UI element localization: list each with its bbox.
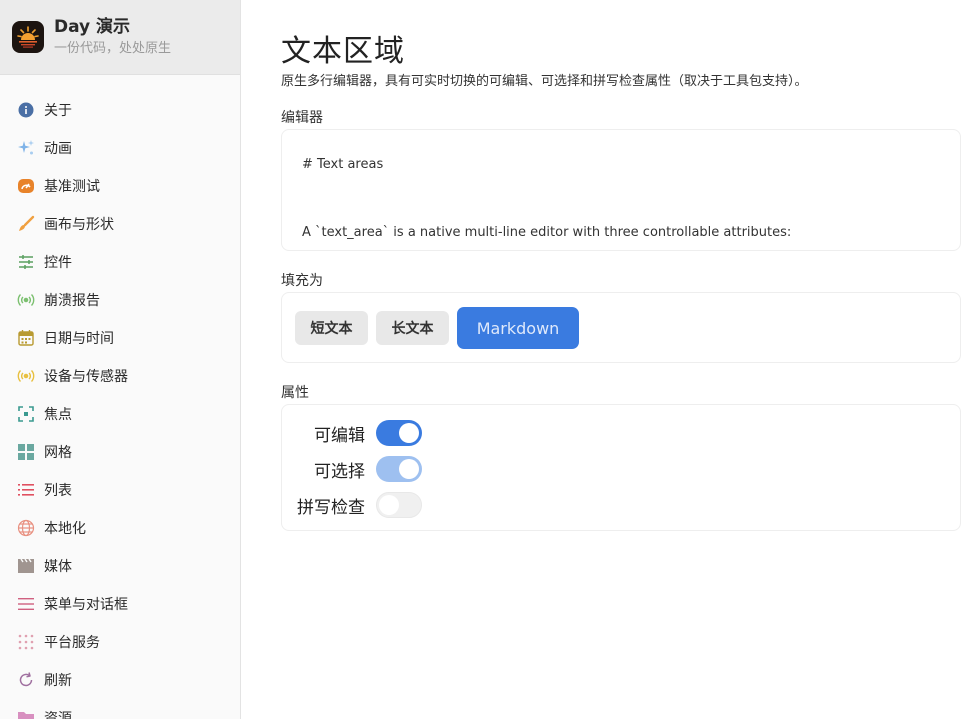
- fill-markdown-button[interactable]: Markdown: [457, 307, 579, 349]
- prop-row-selectable: 可选择: [282, 455, 961, 483]
- editable-toggle[interactable]: [376, 420, 422, 446]
- sidebar-item-label: 焦点: [44, 407, 72, 423]
- info-icon: [17, 101, 35, 119]
- sidebar-item-label: 画布与形状: [44, 217, 114, 233]
- sidebar-item-animation[interactable]: 动画: [0, 129, 240, 167]
- sidebar-item-refresh[interactable]: 刷新: [0, 661, 240, 699]
- spellcheck-label: 拼写检查: [297, 497, 365, 518]
- properties-section-label: 属性: [281, 385, 309, 401]
- app-header: Day 演示 一份代码，处处原生: [0, 0, 240, 75]
- film-icon: [17, 557, 35, 575]
- sidebar-item-platform-services[interactable]: 平台服务: [0, 623, 240, 661]
- sidebar-item-label: 媒体: [44, 559, 72, 575]
- sidebar-item-label: 动画: [44, 141, 72, 157]
- sidebar-nav: 关于 动画 基准测试 画布与形状 控件 崩溃报告 日期与时间 设备与传感器 焦点…: [0, 75, 240, 719]
- sidebar-item-grid[interactable]: 网格: [0, 433, 240, 471]
- sidebar-item-label: 菜单与对话框: [44, 597, 128, 613]
- app-subtitle: 一份代码，处处原生: [54, 41, 172, 56]
- refresh-icon: [17, 671, 35, 689]
- focus-icon: [17, 405, 35, 423]
- fill-short-text-button[interactable]: 短文本: [295, 311, 368, 345]
- app-title: Day 演示: [54, 17, 131, 37]
- sensor-icon: [17, 367, 35, 385]
- sidebar-item-media[interactable]: 媒体: [0, 547, 240, 585]
- sidebar-item-benchmark[interactable]: 基准测试: [0, 167, 240, 205]
- sidebar-item-date-time[interactable]: 日期与时间: [0, 319, 240, 357]
- paintbrush-icon: [17, 215, 35, 233]
- gauge-icon: [17, 177, 35, 195]
- sidebar-item-label: 关于: [44, 103, 72, 119]
- fill-section-label: 填充为: [281, 273, 323, 289]
- calendar-icon: [17, 329, 35, 347]
- folder-icon: [17, 709, 35, 719]
- sidebar-item-label: 本地化: [44, 521, 86, 537]
- text-area-editor[interactable]: # Text areas A `text_area` is a native m…: [281, 129, 961, 251]
- toggle-knob: [399, 423, 419, 443]
- editable-label: 可编辑: [314, 425, 365, 446]
- sidebar-item-canvas[interactable]: 画布与形状: [0, 205, 240, 243]
- sidebar-item-crash-report[interactable]: 崩溃报告: [0, 281, 240, 319]
- sidebar-item-label: 网格: [44, 445, 72, 461]
- sidebar-item-controls[interactable]: 控件: [0, 243, 240, 281]
- broadcast-icon: [17, 291, 35, 309]
- sidebar-item-label: 设备与传感器: [44, 369, 128, 385]
- main-content: 文本区域 原生多行编辑器，具有可实时切换的可编辑、可选择和拼写检查属性（取决于工…: [281, 0, 961, 719]
- sidebar-item-label: 基准测试: [44, 179, 100, 195]
- sidebar-item-label: 日期与时间: [44, 331, 114, 347]
- sidebar-item-label: 列表: [44, 483, 72, 499]
- properties-panel: 可编辑 可选择 拼写检查: [281, 404, 961, 531]
- menu-icon: [17, 595, 35, 613]
- app-logo-icon: [12, 21, 44, 53]
- toggle-knob: [399, 459, 419, 479]
- prop-row-spellcheck: 拼写检查: [282, 491, 961, 519]
- fill-long-text-button[interactable]: 长文本: [376, 311, 449, 345]
- sidebar-item-about[interactable]: 关于: [0, 91, 240, 129]
- text-area-content[interactable]: # Text areas A `text_area` is a native m…: [282, 130, 960, 250]
- selectable-label: 可选择: [314, 461, 365, 482]
- page-description: 原生多行编辑器，具有可实时切换的可编辑、可选择和拼写检查属性（取决于工具包支持）…: [281, 74, 808, 89]
- toggle-knob: [379, 495, 399, 515]
- sidebar-item-menus-dialogs[interactable]: 菜单与对话框: [0, 585, 240, 623]
- grid-icon: [17, 443, 35, 461]
- dots-grid-icon: [17, 633, 35, 651]
- list-icon: [17, 481, 35, 499]
- sidebar-item-label: 资源: [44, 711, 72, 719]
- sidebar-item-list[interactable]: 列表: [0, 471, 240, 509]
- spellcheck-toggle[interactable]: [376, 492, 422, 518]
- selectable-toggle[interactable]: [376, 456, 422, 482]
- sidebar-item-resources[interactable]: 资源: [0, 699, 240, 719]
- page-title: 文本区域: [281, 34, 405, 69]
- sliders-icon: [17, 253, 35, 271]
- globe-icon: [17, 519, 35, 537]
- prop-row-editable: 可编辑: [282, 419, 961, 447]
- sidebar-item-label: 平台服务: [44, 635, 100, 651]
- editor-section-label: 编辑器: [281, 110, 323, 126]
- sidebar-item-label: 崩溃报告: [44, 293, 100, 309]
- sidebar-item-devices[interactable]: 设备与传感器: [0, 357, 240, 395]
- sidebar-item-focus[interactable]: 焦点: [0, 395, 240, 433]
- fill-button-group: 短文本 长文本 Markdown: [281, 292, 961, 363]
- sidebar-item-label: 控件: [44, 255, 72, 271]
- sidebar-item-localization[interactable]: 本地化: [0, 509, 240, 547]
- sidebar: Day 演示 一份代码，处处原生 关于 动画 基准测试 画布与形状 控件 崩溃报…: [0, 0, 241, 719]
- sidebar-item-label: 刷新: [44, 673, 72, 689]
- sparkles-icon: [17, 139, 35, 157]
